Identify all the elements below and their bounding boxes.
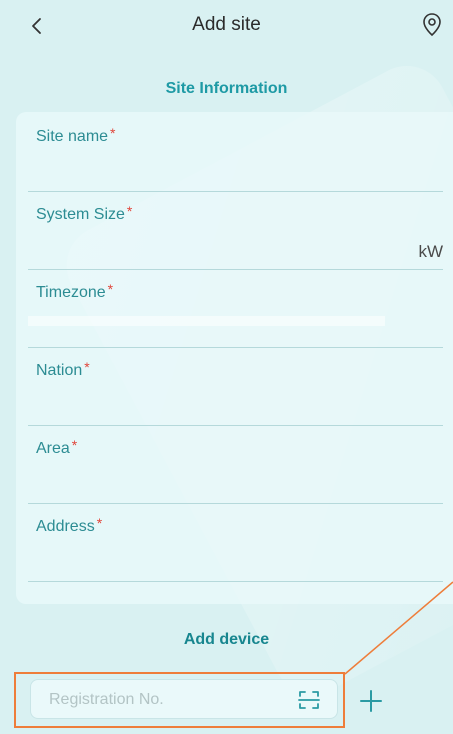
registration-field[interactable] xyxy=(30,679,338,719)
address-input[interactable] xyxy=(36,546,420,576)
timezone-field[interactable]: Timezone * xyxy=(28,270,453,348)
required-marker: * xyxy=(71,437,78,453)
address-field[interactable]: Address * xyxy=(28,504,453,582)
plus-icon xyxy=(360,690,382,712)
required-marker: * xyxy=(126,203,133,219)
address-label: Address * xyxy=(36,515,103,535)
registration-input[interactable] xyxy=(47,688,281,712)
section-title-site-information: Site Information xyxy=(165,80,288,97)
scan-button[interactable] xyxy=(295,687,323,713)
area-label: Area * xyxy=(36,437,78,457)
system-size-field[interactable]: System Size * kW xyxy=(28,192,453,270)
section-title-add-device: Add device xyxy=(183,631,270,648)
timezone-select-area[interactable] xyxy=(28,316,385,326)
timezone-label: Timezone * xyxy=(36,281,114,301)
location-button[interactable] xyxy=(418,10,446,40)
area-field[interactable]: Area * xyxy=(28,426,453,504)
map-pin-icon xyxy=(423,13,441,37)
divider xyxy=(28,581,443,582)
system-size-label: System Size * xyxy=(36,203,133,223)
add-device-button[interactable] xyxy=(356,686,386,716)
unit-label: kW xyxy=(418,242,443,261)
system-size-input[interactable] xyxy=(36,234,400,264)
site-name-input[interactable] xyxy=(36,156,420,186)
required-marker: * xyxy=(96,515,103,531)
nation-field[interactable]: Nation * xyxy=(28,348,453,426)
area-input[interactable] xyxy=(36,468,420,498)
required-marker: * xyxy=(84,359,90,375)
scan-icon xyxy=(298,691,320,709)
nation-input[interactable] xyxy=(36,390,420,420)
required-marker: * xyxy=(110,125,116,141)
nation-label: Nation * xyxy=(36,359,90,379)
header: Add site xyxy=(0,0,453,58)
page-title: Add site xyxy=(192,14,261,35)
required-marker: * xyxy=(107,281,114,297)
site-name-field[interactable]: Site name * xyxy=(28,114,453,192)
site-name-label: Site name * xyxy=(36,125,116,145)
